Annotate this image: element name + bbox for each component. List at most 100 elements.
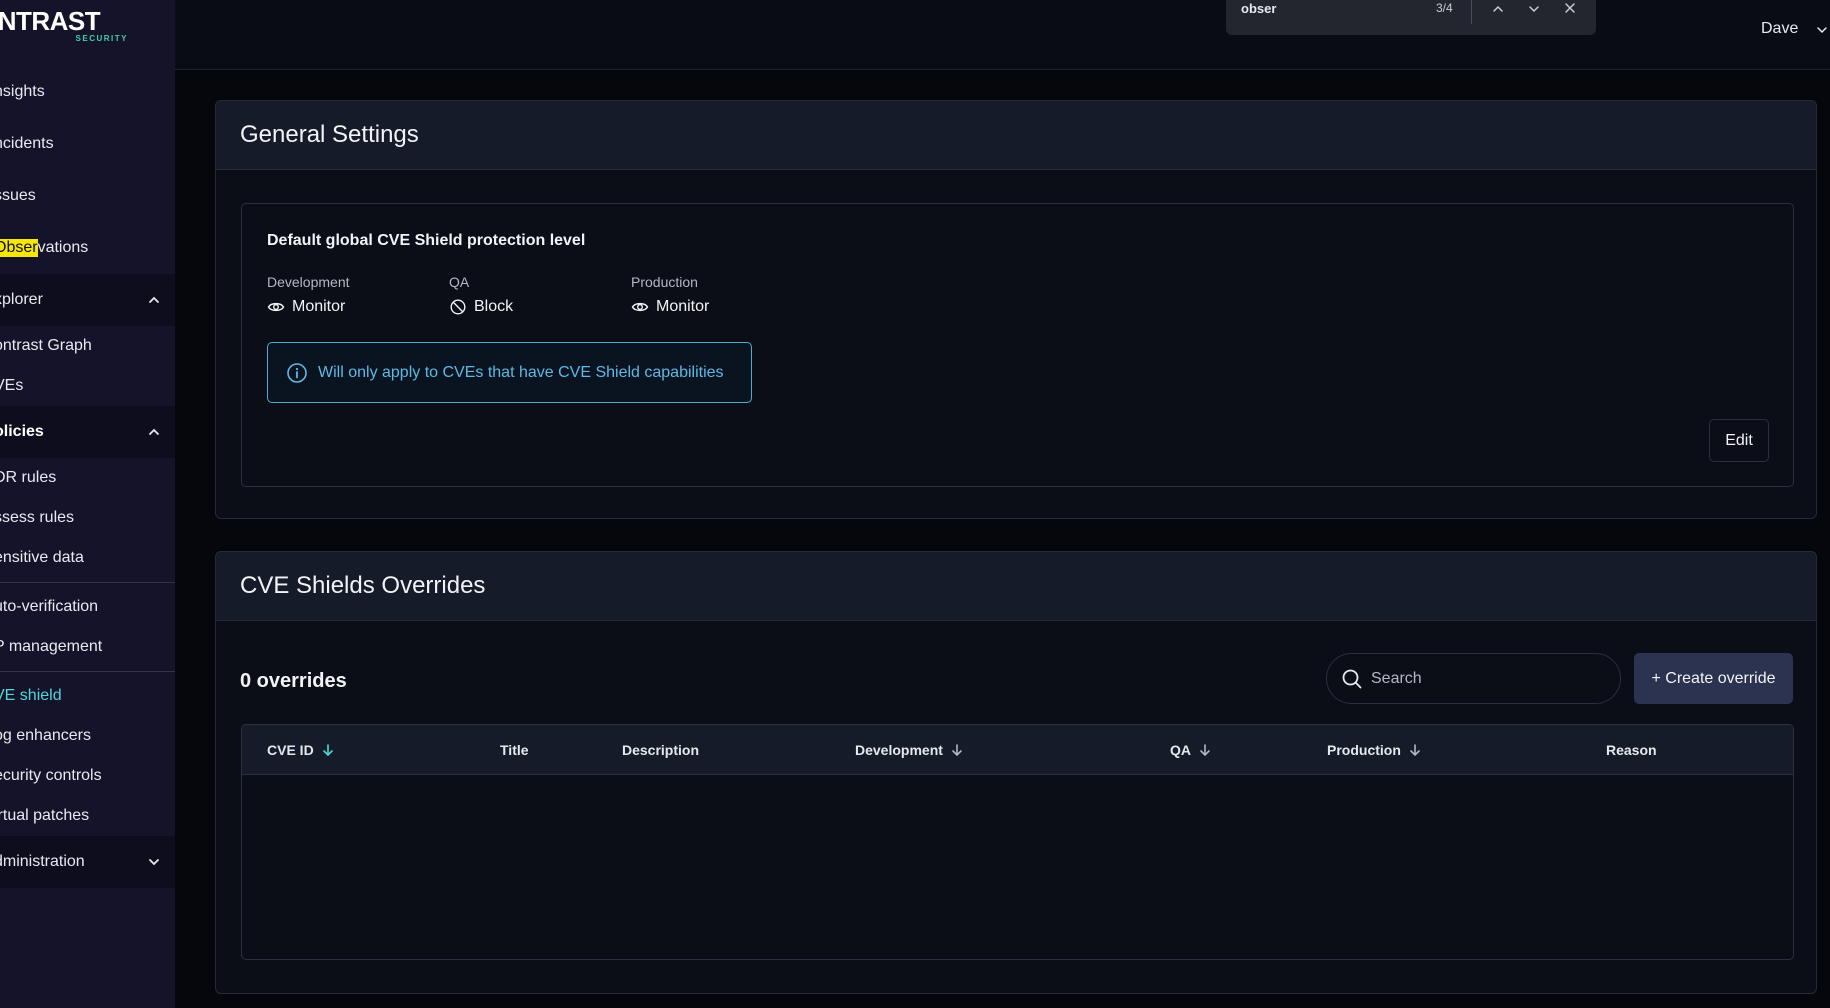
sidebar-item-label: DR rules [0, 469, 57, 486]
sidebar-section-administration[interactable]: dministration [0, 836, 175, 888]
sidebar-section-label: xplorer [0, 291, 43, 308]
sort-arrow-down-icon [1410, 744, 1420, 757]
sidebar-divider [0, 582, 175, 583]
sort-arrow-down-icon [1200, 744, 1210, 757]
search-icon [1342, 669, 1362, 688]
sidebar-item-incidents[interactable]: ncidents [0, 124, 175, 164]
env-qa: QA Block [449, 274, 513, 316]
env-value-text: Monitor [656, 298, 710, 315]
overrides-count: 0 overrides [240, 670, 347, 692]
sidebar-item-ip-management[interactable]: P management [0, 627, 175, 667]
sidebar-item-label: P management [0, 638, 103, 655]
close-icon[interactable] [1560, 0, 1580, 18]
sidebar-item-label: irtual patches [0, 807, 90, 824]
eye-icon [267, 302, 285, 312]
card-title: CVE Shields Overrides [216, 552, 1816, 621]
eye-icon [631, 302, 649, 312]
column-header-cve-id[interactable]: CVE ID [267, 725, 334, 775]
column-header-label: Description [622, 742, 700, 758]
env-development: Development Monitor [267, 274, 350, 316]
chevron-up-icon [149, 296, 159, 303]
env-value-text: Block [474, 298, 514, 315]
block-icon [450, 299, 466, 315]
sidebar-item-label: VE shield [0, 687, 62, 704]
chevron-down-icon[interactable] [1816, 24, 1828, 36]
sidebar-item-observations[interactable]: Obser vations [0, 228, 175, 268]
sidebar-item-label: VEs [0, 377, 24, 394]
edit-button[interactable]: Edit [1709, 419, 1769, 462]
chevron-up-icon [149, 428, 159, 435]
column-header-label: QA [1170, 742, 1191, 758]
panel-title: Default global CVE Shield protection lev… [267, 232, 586, 249]
column-header-production[interactable]: Production [1327, 725, 1421, 775]
env-label: QA [449, 274, 470, 290]
sidebar-item-sensitive-data[interactable]: ensitive data [0, 538, 175, 578]
column-header-reason: Reason [1606, 725, 1657, 775]
sidebar-section-label: dministration [0, 853, 85, 870]
sidebar-item-label: vations [37, 239, 89, 256]
info-icon [287, 362, 307, 383]
sidebar-item-label: ecurity controls [0, 767, 102, 784]
search-input[interactable] [1371, 669, 1611, 688]
find-separator [1471, 0, 1472, 24]
card-title: General Settings [216, 101, 1816, 170]
sidebar-item-label: ssues [0, 187, 36, 204]
sidebar-item-cves[interactable]: VEs [0, 366, 175, 406]
sidebar-item-adr-rules[interactable]: DR rules [0, 458, 175, 498]
overrides-table: CVE ID Title Description Development QA … [241, 724, 1794, 960]
sort-arrow-down-icon [322, 744, 333, 757]
env-label: Development [267, 274, 350, 290]
sidebar-item-assess-rules[interactable]: ssess rules [0, 498, 175, 538]
sidebar-item-virtual-patches[interactable]: irtual patches [0, 796, 175, 836]
chevron-down-icon[interactable] [1524, 1, 1544, 19]
column-header-label: Production [1327, 742, 1401, 758]
chevron-up-icon[interactable] [1488, 1, 1508, 19]
env-production: Production Monitor [631, 274, 709, 316]
sidebar-divider [0, 671, 175, 672]
contrast-logo[interactable]: ONTRAST SECURITY [0, 6, 138, 43]
info-text: Will only apply to CVEs that have CVE Sh… [318, 363, 724, 381]
sidebar-item-label: uto-verification [0, 598, 99, 615]
find-in-page-bar: obser 3/4 [1226, 0, 1596, 35]
sidebar-item-label: ensitive data [0, 549, 84, 566]
column-header-label: Reason [1606, 742, 1657, 758]
sidebar: ONTRAST SECURITY nsights ncidents ssues … [0, 0, 175, 1008]
cve-overrides-card: CVE Shields Overrides 0 overrides + Crea… [215, 551, 1817, 994]
sidebar-item-label: nsights [0, 83, 45, 100]
env-value-text: Monitor [292, 298, 346, 315]
sidebar-item-log-enhancers[interactable]: og enhancers [0, 716, 175, 756]
column-header-qa[interactable]: QA [1170, 725, 1211, 775]
logo-text: ONTRAST [0, 6, 101, 36]
sidebar-section-policies[interactable]: olicies [0, 406, 175, 458]
env-value: Block [449, 298, 513, 316]
env-value: Monitor [631, 298, 709, 316]
logo-subtext: SECURITY [75, 34, 128, 43]
column-header-label: Title [500, 742, 529, 758]
sidebar-item-insights[interactable]: nsights [0, 72, 175, 112]
column-header-label: Development [855, 742, 943, 758]
general-settings-card: General Settings Default global CVE Shie… [215, 100, 1817, 519]
sidebar-item-label: og enhancers [0, 727, 91, 744]
column-header-description: Description [622, 725, 699, 775]
user-menu[interactable]: Dave [1761, 20, 1798, 38]
info-notice: Will only apply to CVEs that have CVE Sh… [267, 342, 752, 403]
sidebar-item-issues[interactable]: ssues [0, 176, 175, 216]
sidebar-section-label: olicies [0, 423, 44, 440]
sidebar-item-label: ssess rules [0, 509, 75, 526]
sort-arrow-down-icon [952, 744, 962, 757]
sidebar-item-contrast-graph[interactable]: ontrast Graph [0, 326, 175, 366]
env-label: Production [631, 274, 698, 290]
find-query[interactable]: obser [1241, 1, 1276, 16]
create-override-button[interactable]: + Create override [1634, 653, 1793, 704]
find-count: 3/4 [1436, 1, 1453, 15]
sidebar-item-cve-shield[interactable]: VE shield [0, 676, 175, 716]
table-header: CVE ID Title Description Development QA … [242, 725, 1793, 775]
search-field[interactable] [1326, 653, 1621, 704]
sidebar-item-label: ontrast Graph [0, 337, 92, 354]
sidebar-section-explorer[interactable]: xplorer [0, 274, 175, 326]
column-header-development[interactable]: Development [855, 725, 963, 775]
sidebar-item-auto-verification[interactable]: uto-verification [0, 587, 175, 627]
sidebar-item-security-controls[interactable]: ecurity controls [0, 756, 175, 796]
column-header-title: Title [500, 725, 529, 775]
column-header-label: CVE ID [267, 742, 314, 758]
